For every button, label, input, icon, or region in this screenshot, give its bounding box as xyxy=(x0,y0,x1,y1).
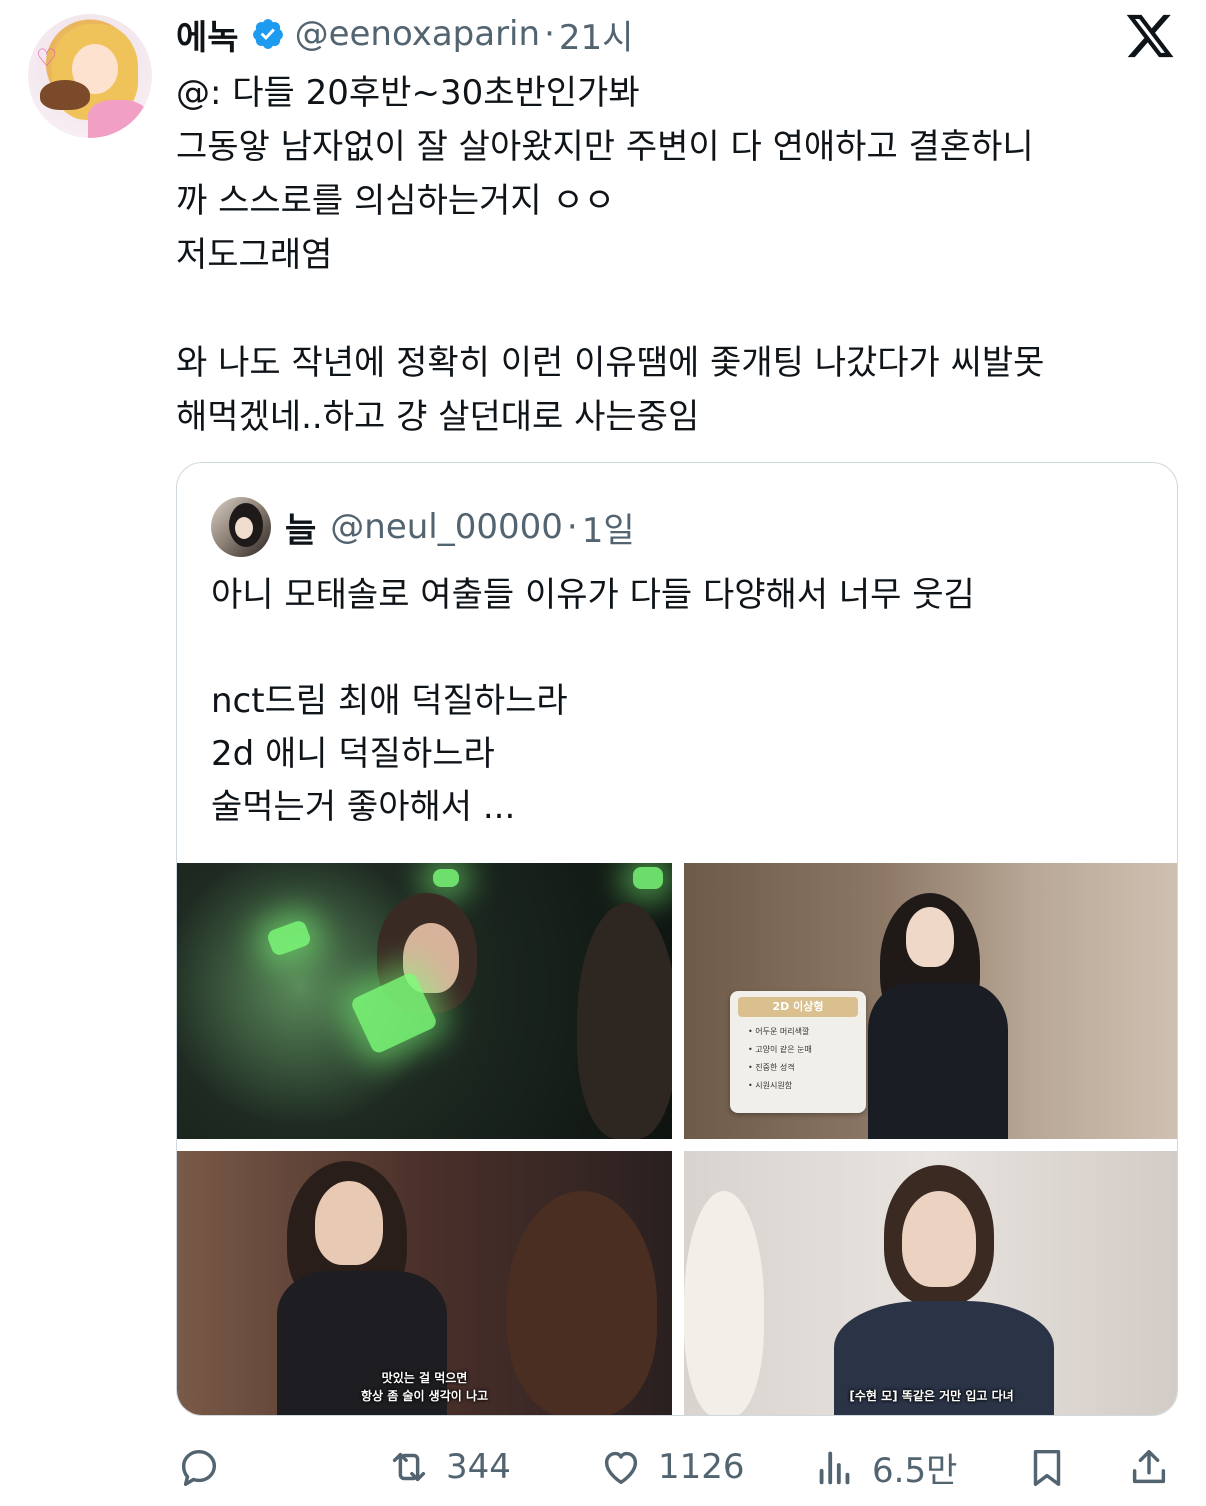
woman-face xyxy=(902,1191,976,1287)
card-item: 어두운 머리색깔 xyxy=(748,1023,812,1041)
reply-icon xyxy=(181,1449,217,1486)
mother-partial xyxy=(684,1191,764,1415)
verified-badge-icon xyxy=(252,19,283,49)
retweet-icon xyxy=(392,1452,426,1482)
avatar-face xyxy=(235,517,253,539)
quote-author-name[interactable]: 늘 xyxy=(285,503,316,552)
quote-header: 늘 @neul_00000 · 1일 xyxy=(285,503,635,552)
lightstick-glow xyxy=(633,867,663,889)
media-grid: 2D 이상형 어두운 머리색깔 고양이 같은 눈매 진중한 성격 시원시원함 맛… xyxy=(177,863,1177,1415)
retweet-count: 344 xyxy=(446,1447,511,1487)
woman-face xyxy=(315,1181,383,1265)
ideal-type-card: 2D 이상형 어두운 머리색깔 고양이 같은 눈매 진중한 성격 시원시원함 xyxy=(730,991,866,1113)
lightstick-glow xyxy=(433,869,459,887)
quote-author-handle[interactable]: @neul_00000 xyxy=(330,507,563,547)
like-count: 1126 xyxy=(658,1447,745,1487)
card-item: 진중한 성격 xyxy=(748,1059,812,1077)
interviewee-face xyxy=(906,907,954,967)
views-icon xyxy=(819,1451,850,1485)
quote-time[interactable]: 1일 xyxy=(582,503,635,552)
share-button[interactable] xyxy=(1126,1440,1172,1494)
heart-icon: ♡ xyxy=(36,44,58,72)
concert-fan xyxy=(577,903,672,1139)
interviewee-body xyxy=(868,983,1008,1139)
quote-author-avatar[interactable] xyxy=(211,497,271,557)
card-item: 고양이 같은 눈매 xyxy=(748,1041,812,1059)
author-handle[interactable]: @eenoxaparin xyxy=(295,14,541,54)
avatar-food xyxy=(40,80,90,110)
like-icon xyxy=(604,1451,638,1485)
separator-dot: · xyxy=(544,14,555,54)
video-subtitle: 맛있는 걸 먹으면 항상 좀 술이 생각이 나고 xyxy=(360,1371,489,1403)
separator-dot: · xyxy=(566,507,578,547)
tweet-header: 에녹 @eenoxaparin · 21시 xyxy=(176,10,633,58)
video-subtitle: [수현 모] 똑같은 거만 입고 다녀 xyxy=(849,1389,1014,1403)
media-image-family[interactable]: [수현 모] 똑같은 거만 입고 다녀 xyxy=(684,1151,1177,1415)
lightstick-glow xyxy=(265,918,313,958)
bookmark-button[interactable] xyxy=(1024,1440,1070,1494)
card-list: 어두운 머리색깔 고양이 같은 눈매 진중한 성격 시원시원함 xyxy=(748,1023,812,1095)
media-image-interview[interactable]: 2D 이상형 어두운 머리색깔 고양이 같은 눈매 진중한 성격 시원시원함 xyxy=(684,863,1177,1139)
author-avatar[interactable]: ♡ xyxy=(28,14,152,138)
media-image-concert[interactable] xyxy=(177,863,672,1139)
share-icon xyxy=(1132,1449,1166,1484)
media-image-drinking[interactable]: 맛있는 걸 먹으면 항상 좀 술이 생각이 나고 xyxy=(177,1151,672,1415)
like-button[interactable]: 1126 xyxy=(598,1440,745,1494)
tweet-text: @: 다들 20후반~30초반인가봐 그동앟 남자없이 잘 살아왔지만 주변이 … xyxy=(176,73,1045,437)
card-item: 시원시원함 xyxy=(748,1077,812,1095)
views-button[interactable]: 6.5만 xyxy=(812,1440,957,1494)
tweet-time[interactable]: 21시 xyxy=(559,10,634,59)
avatar-dress xyxy=(88,100,148,138)
retweet-button[interactable]: 344 xyxy=(386,1440,511,1494)
views-count: 6.5만 xyxy=(872,1450,958,1491)
card-title: 2D 이상형 xyxy=(738,997,858,1017)
bookmark-icon xyxy=(1033,1449,1061,1486)
quoted-tweet[interactable]: 늘 @neul_00000 · 1일 아니 모태솔로 여출들 이유가 다들 다양… xyxy=(176,462,1178,1416)
x-logo-icon[interactable] xyxy=(1124,10,1176,62)
author-name[interactable]: 에녹 xyxy=(176,10,239,59)
quote-text: 아니 모태솔로 여출들 이유가 다들 다양해서 너무 웃김 nct드림 최애 덕… xyxy=(211,575,975,827)
reply-button[interactable] xyxy=(176,1440,222,1494)
action-bar: 344 1126 6.5만 xyxy=(176,1440,1176,1494)
